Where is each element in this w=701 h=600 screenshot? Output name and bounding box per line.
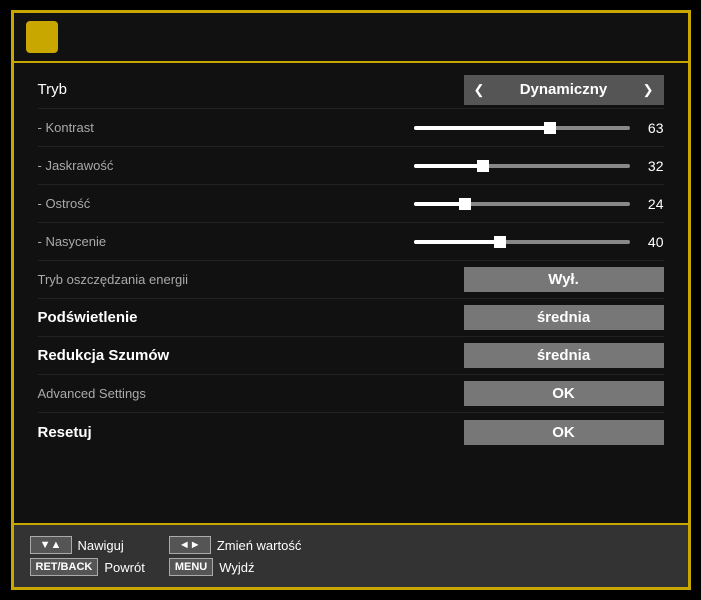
control-tryb[interactable]: ❮Dynamiczny❯	[298, 75, 664, 105]
row-redukcja-szumow: Redukcja Szumów średnia	[38, 337, 664, 375]
footer-key-1-1: MENU	[169, 558, 213, 576]
title-icon	[26, 21, 58, 53]
row-ostrość: - Ostrość 24	[38, 185, 664, 223]
slider-container-jaskrawosc: 32	[414, 158, 664, 174]
settings-window: Tryb ❮Dynamiczny❯ - Kontrast 63 - Jaskrawość…	[11, 10, 691, 590]
label-jaskrawosc: - Jaskrawość	[38, 158, 298, 173]
control-redukcja-szumow[interactable]: średnia	[298, 343, 664, 368]
selector-left-arrow[interactable]: ❮	[474, 82, 485, 98]
slider-container-ostrość: 24	[414, 196, 664, 212]
footer-key-0-1: RET/BACK	[30, 558, 99, 576]
selector-right-arrow[interactable]: ❯	[643, 82, 654, 98]
btn-advanced-settings[interactable]: OK	[464, 381, 664, 406]
control-kontrast: 63	[298, 120, 664, 136]
footer-desc-0-0: Nawiguj	[78, 538, 124, 553]
control-advanced-settings[interactable]: OK	[298, 381, 664, 406]
label-advanced-settings: Advanced Settings	[38, 386, 298, 401]
slider-thumb-kontrast[interactable]	[544, 122, 556, 134]
slider-thumb-nasycenie[interactable]	[494, 236, 506, 248]
slider-track-jaskrawosc[interactable]	[414, 164, 630, 168]
footer-item-1-0: ◄► Zmień wartość	[169, 536, 302, 554]
slider-fill-kontrast	[414, 126, 550, 130]
btn-tryb-energii[interactable]: Wył.	[464, 267, 664, 292]
control-tryb-energii[interactable]: Wył.	[298, 267, 664, 292]
btn-resetuj[interactable]: OK	[464, 420, 664, 445]
control-nasycenie: 40	[298, 234, 664, 250]
title-bar	[14, 13, 688, 63]
slider-container-kontrast: 63	[414, 120, 664, 136]
slider-fill-jaskrawosc	[414, 164, 483, 168]
label-resetuj: Resetuj	[38, 424, 298, 441]
slider-track-ostrość[interactable]	[414, 202, 630, 206]
label-tryb-energii: Tryb oszczędzania energii	[38, 272, 298, 287]
btn-podswietlenie[interactable]: średnia	[464, 305, 664, 330]
control-podswietlenie[interactable]: średnia	[298, 305, 664, 330]
label-kontrast: - Kontrast	[38, 120, 298, 135]
control-resetuj[interactable]: OK	[298, 420, 664, 445]
label-tryb: Tryb	[38, 81, 298, 98]
footer-bar: ▼▲ Nawiguj RET/BACK Powrót ◄► Zmień wartość ME…	[14, 523, 688, 587]
slider-value-ostrość: 24	[640, 196, 664, 212]
slider-fill-ostrość	[414, 202, 466, 206]
slider-container-nasycenie: 40	[414, 234, 664, 250]
footer-desc-1-0: Zmień wartość	[217, 538, 302, 553]
footer-item-0-1: RET/BACK Powrót	[30, 558, 145, 576]
label-podswietlenie: Podświetlenie	[38, 309, 298, 326]
label-ostrość: - Ostrość	[38, 196, 298, 211]
footer-group-1: ◄► Zmień wartość MENU Wyjdź	[169, 536, 302, 576]
control-jaskrawosc: 32	[298, 158, 664, 174]
row-nasycenie: - Nasycenie 40	[38, 223, 664, 261]
row-tryb-energii: Tryb oszczędzania energii Wył.	[38, 261, 664, 299]
row-jaskrawosc: - Jaskrawość 32	[38, 147, 664, 185]
footer-item-1-1: MENU Wyjdź	[169, 558, 302, 576]
row-resetuj: Resetuj OK	[38, 413, 664, 451]
selector-tryb[interactable]: ❮Dynamiczny❯	[464, 75, 664, 105]
footer-item-0-0: ▼▲ Nawiguj	[30, 536, 145, 554]
slider-value-jaskrawosc: 32	[640, 158, 664, 174]
footer-desc-1-1: Wyjdź	[219, 560, 254, 575]
label-redukcja-szumow: Redukcja Szumów	[38, 347, 298, 364]
footer-desc-0-1: Powrót	[104, 560, 144, 575]
row-tryb: Tryb ❮Dynamiczny❯	[38, 71, 664, 109]
settings-content: Tryb ❮Dynamiczny❯ - Kontrast 63 - Jaskrawość…	[14, 63, 688, 523]
slider-thumb-jaskrawosc[interactable]	[477, 160, 489, 172]
slider-track-nasycenie[interactable]	[414, 240, 630, 244]
slider-fill-nasycenie	[414, 240, 500, 244]
row-podswietlenie: Podświetlenie średnia	[38, 299, 664, 337]
row-advanced-settings: Advanced Settings OK	[38, 375, 664, 413]
footer-key-1-0: ◄►	[169, 536, 211, 554]
footer-key-0-0: ▼▲	[30, 536, 72, 554]
label-nasycenie: - Nasycenie	[38, 234, 298, 249]
slider-value-nasycenie: 40	[640, 234, 664, 250]
slider-track-kontrast[interactable]	[414, 126, 630, 130]
selector-value: Dynamiczny	[484, 81, 642, 98]
footer-group-0: ▼▲ Nawiguj RET/BACK Powrót	[30, 536, 145, 576]
control-ostrość: 24	[298, 196, 664, 212]
slider-value-kontrast: 63	[640, 120, 664, 136]
row-kontrast: - Kontrast 63	[38, 109, 664, 147]
btn-redukcja-szumow[interactable]: średnia	[464, 343, 664, 368]
slider-thumb-ostrość[interactable]	[459, 198, 471, 210]
